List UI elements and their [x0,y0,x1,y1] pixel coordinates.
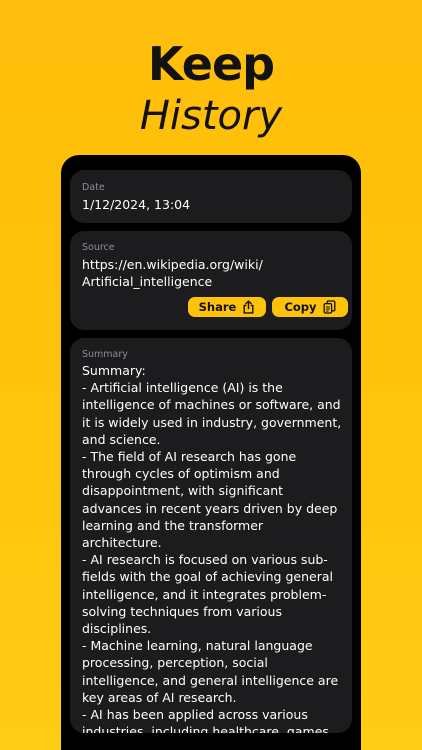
copy-button-label: Copy [284,300,317,314]
summary-text: Summary: - Artificial intelligence (AI) … [82,363,342,733]
share-button-label: Share [198,300,237,314]
promo-headline-history: History [139,93,283,139]
date-card: Date 1/12/2024, 13:04 [70,170,352,223]
summary-label: Summary [82,349,128,360]
promo-headline-keep: Keep [147,37,275,91]
copy-button[interactable]: Copy [272,297,348,317]
source-url-line2: Artificial_intelligence [82,274,213,289]
copy-icon [323,300,336,314]
phone-screen: Date 1/12/2024, 13:04 Source https://en.… [61,155,361,750]
summary-card: Summary Summary: - Artificial intelligen… [70,338,352,733]
source-url[interactable]: https://en.wikipedia.org/wiki/ Artificia… [82,256,342,290]
date-value: 1/12/2024, 13:04 [82,197,191,212]
date-label: Date [82,182,105,193]
source-label: Source [82,242,115,253]
source-url-line1: https://en.wikipedia.org/wiki/ [82,257,263,272]
share-button[interactable]: Share [188,297,266,317]
share-icon [242,300,255,314]
source-card: Source https://en.wikipedia.org/wiki/ Ar… [70,231,352,330]
